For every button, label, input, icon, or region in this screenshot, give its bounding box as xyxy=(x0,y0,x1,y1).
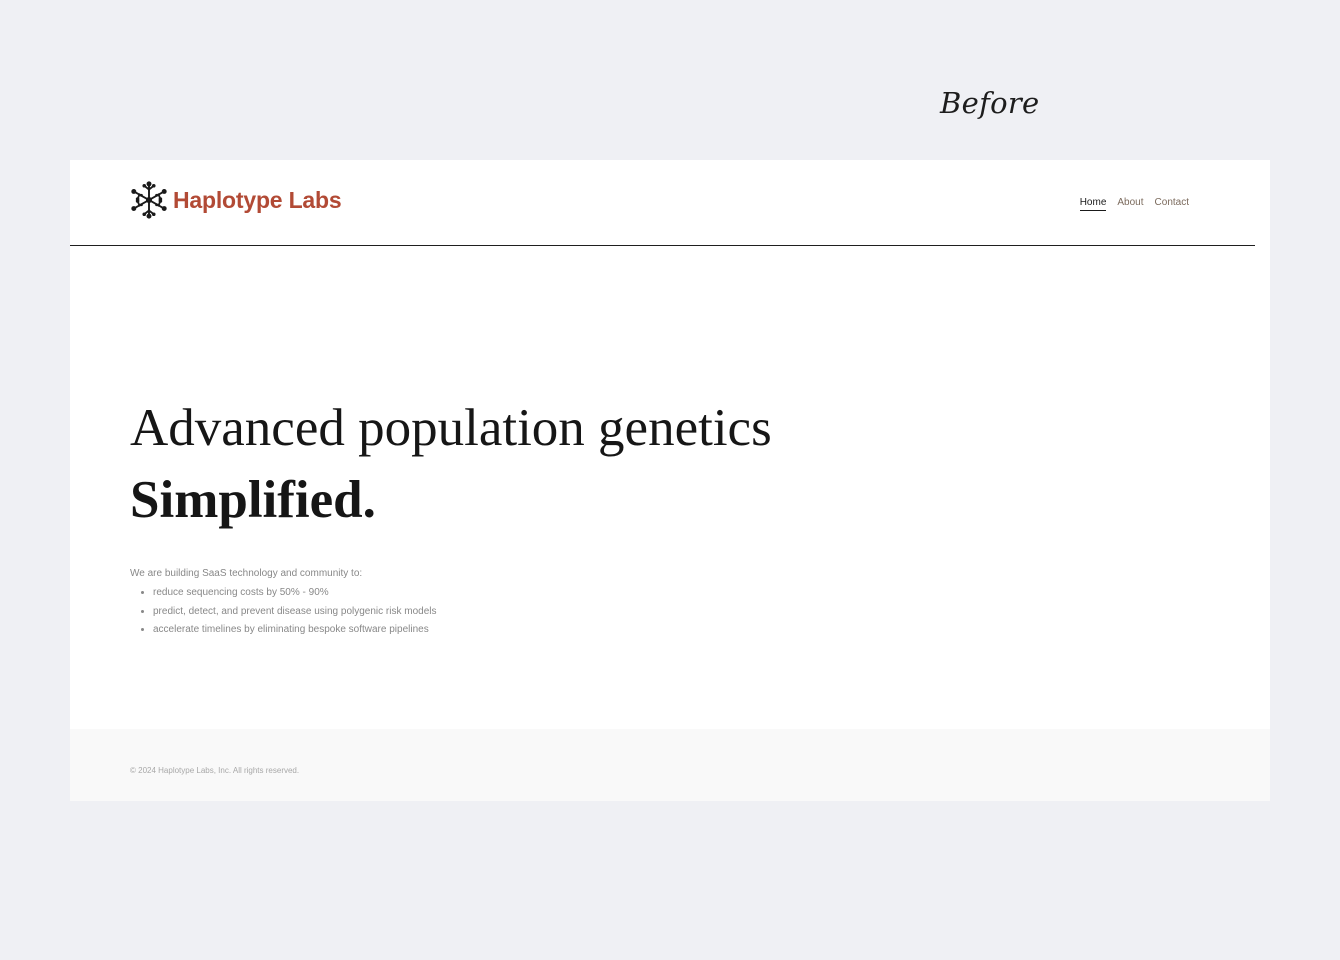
molecule-snowflake-icon xyxy=(131,181,167,219)
brand[interactable]: Haplotype Labs xyxy=(130,181,342,219)
copyright-text: © 2024 Haplotype Labs, Inc. All rights r… xyxy=(130,766,300,775)
intro-section: We are building SaaS technology and comm… xyxy=(130,568,437,640)
hero-headline: Advanced population genetics xyxy=(130,399,772,457)
hero-tagline: Simplified. xyxy=(130,471,376,529)
before-annotation: Before xyxy=(940,86,1040,120)
nav-home-link[interactable]: Home xyxy=(1079,197,1107,211)
site-header: Haplotype Labs Home About Contact xyxy=(70,160,1255,246)
intro-list: reduce sequencing costs by 50% - 90% pre… xyxy=(130,584,437,640)
brand-name: Haplotype Labs xyxy=(173,186,342,213)
intro-list-item: predict, detect, and prevent disease usi… xyxy=(153,603,437,622)
nav-about-link[interactable]: About xyxy=(1117,197,1143,211)
nav-contact-link[interactable]: Contact xyxy=(1155,197,1189,211)
intro-lead: We are building SaaS technology and comm… xyxy=(130,568,363,579)
site-footer: © 2024 Haplotype Labs, Inc. All rights r… xyxy=(70,729,1270,801)
hero: Advanced population genetics Simplified. xyxy=(130,392,772,536)
main-nav: Home About Contact xyxy=(1079,197,1189,211)
intro-list-item: accelerate timelines by eliminating besp… xyxy=(153,621,437,640)
website-page: Haplotype Labs Home About Contact Advanc… xyxy=(70,160,1270,801)
intro-list-item: reduce sequencing costs by 50% - 90% xyxy=(153,584,437,603)
